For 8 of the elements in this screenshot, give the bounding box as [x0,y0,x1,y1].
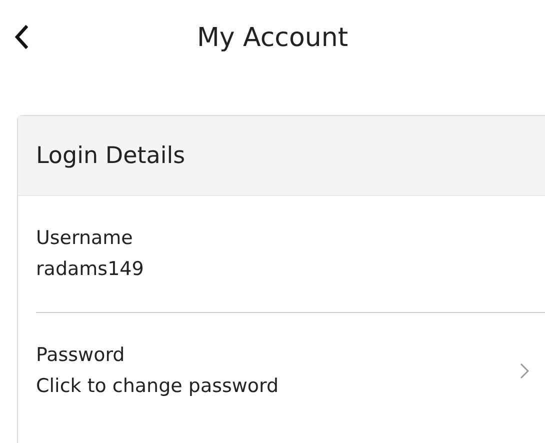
back-icon[interactable] [14,24,30,50]
field-label: Password [36,343,126,368]
field-value: radams149 [36,257,145,282]
field-value[interactable]: Click to change password [36,374,520,399]
chevron-right-icon[interactable] [520,363,529,379]
section-title: Login Details [36,142,186,168]
page-title: My Account [196,23,348,53]
field-label: Username [36,226,134,251]
